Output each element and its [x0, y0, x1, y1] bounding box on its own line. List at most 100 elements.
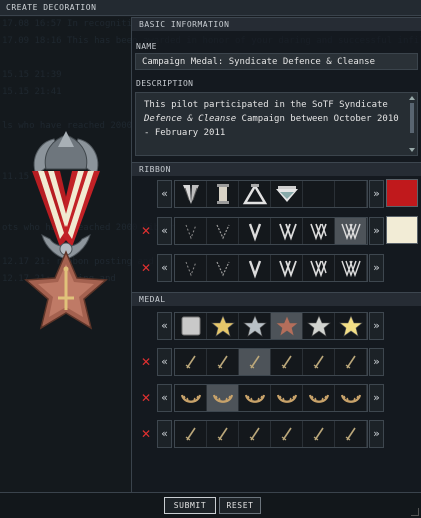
medal-wreath-icon[interactable]: [271, 385, 303, 411]
medal-sword-icon[interactable]: [335, 349, 367, 375]
ribbon-chevron-dotted-icon[interactable]: [207, 218, 239, 244]
ribbon-primary-color-swatch[interactable]: [386, 179, 418, 207]
remove-layer-icon[interactable]: ✕: [140, 356, 152, 368]
medal-sword-icon[interactable]: [335, 421, 367, 447]
ribbon-scroll-icon[interactable]: [207, 181, 239, 207]
ribbon-preview-icon: [32, 131, 100, 260]
ribbon-chevron-triple-icon[interactable]: [303, 218, 335, 244]
medal-header: MEDAL: [132, 292, 421, 306]
medal-wreath-icon[interactable]: [207, 385, 239, 411]
next-page-icon[interactable]: »: [369, 217, 384, 245]
medal-icon-strip: [174, 312, 368, 340]
medal-wreath-icon[interactable]: [175, 385, 207, 411]
ribbon-chevron-thin-icon[interactable]: [175, 255, 207, 281]
medal-icon-strip: [174, 348, 368, 376]
next-page-icon[interactable]: »: [369, 420, 384, 448]
decoration-preview-pane: [0, 17, 132, 492]
remove-layer-icon[interactable]: ✕: [140, 392, 152, 404]
prev-page-icon[interactable]: «: [157, 384, 172, 412]
next-page-icon[interactable]: »: [369, 348, 384, 376]
scroll-down-icon[interactable]: [409, 148, 415, 152]
medal-star-gold-icon[interactable]: [207, 313, 239, 339]
ribbon-chevron-multi-icon[interactable]: [335, 255, 367, 281]
prev-page-icon[interactable]: «: [157, 420, 172, 448]
ribbon-row: ✕ « »: [132, 216, 421, 246]
scroll-thumb[interactable]: [410, 103, 414, 133]
next-page-icon[interactable]: »: [369, 384, 384, 412]
description-label: DESCRIPTION: [136, 79, 194, 88]
medal-square-icon[interactable]: [175, 313, 207, 339]
medal-star-pale-icon[interactable]: [303, 313, 335, 339]
window-title: CREATE DECORATION: [6, 3, 97, 12]
next-page-icon[interactable]: »: [369, 254, 384, 282]
medal-sword-icon[interactable]: [239, 421, 271, 447]
ribbon-icon-strip: [174, 217, 368, 245]
remove-layer-icon[interactable]: ✕: [140, 225, 152, 237]
medal-icon-strip: [174, 420, 368, 448]
medal-wreath-icon[interactable]: [303, 385, 335, 411]
medal-sword-icon[interactable]: [239, 349, 271, 375]
ribbon-row: «»: [132, 179, 421, 209]
ribbon-feather-icon[interactable]: [175, 181, 207, 207]
medal-sword-icon[interactable]: [271, 421, 303, 447]
empty-slot[interactable]: [303, 181, 335, 207]
description-italic-text: Defence & Cleanse: [144, 114, 237, 124]
ribbon-secondary-color-swatch[interactable]: [386, 216, 418, 244]
prev-page-icon[interactable]: «: [157, 312, 172, 340]
medal-sword-icon[interactable]: [175, 421, 207, 447]
medal-row: ✕ « »: [132, 383, 421, 413]
reset-button[interactable]: RESET: [219, 497, 261, 514]
create-decoration-window: 17.08 16:57 In recognition of ... the ba…: [0, 0, 421, 518]
medal-star-bronze-icon[interactable]: [271, 313, 303, 339]
medal-sword-icon[interactable]: [207, 421, 239, 447]
ribbon-chevron-bold-icon[interactable]: [239, 218, 271, 244]
ribbon-row: ✕ « »: [132, 253, 421, 283]
medal-sword-icon[interactable]: [175, 349, 207, 375]
ribbon-chevron-double-icon[interactable]: [271, 218, 303, 244]
medal-sword-icon[interactable]: [303, 421, 335, 447]
ribbon-title: RIBBON: [139, 165, 171, 174]
prev-page-icon[interactable]: «: [157, 348, 172, 376]
remove-layer-icon[interactable]: ✕: [140, 428, 152, 440]
ribbon-header: RIBBON: [132, 162, 421, 176]
basic-info-header: BASIC INFORMATION: [132, 17, 421, 31]
submit-button[interactable]: SUBMIT: [164, 497, 216, 514]
ribbon-chevron-multi-icon[interactable]: [335, 218, 367, 244]
name-input[interactable]: Campaign Medal: Syndicate Defence & Clea…: [135, 53, 418, 70]
ribbon-wings-icon[interactable]: [271, 181, 303, 207]
medal-row: ✕ « »: [132, 347, 421, 377]
ribbon-chevron-double-icon[interactable]: [271, 255, 303, 281]
medal-sword-icon[interactable]: [271, 349, 303, 375]
ribbon-chevron-thin-icon[interactable]: [175, 218, 207, 244]
bottom-bar: SUBMIT RESET: [0, 492, 421, 518]
description-scrollbar[interactable]: [408, 94, 416, 154]
description-text: This pilot participated in the SoTF Synd…: [144, 100, 388, 110]
medal-star-bright-icon[interactable]: [335, 313, 367, 339]
description-textarea[interactable]: This pilot participated in the SoTF Synd…: [135, 92, 418, 156]
medal-row: «»: [132, 311, 421, 341]
medal-preview-icon: [24, 250, 108, 330]
ribbon-chevron-triple-icon[interactable]: [303, 255, 335, 281]
decoration-preview: [24, 131, 108, 330]
ribbon-chevron-bold-icon[interactable]: [239, 255, 271, 281]
medal-star-silver-icon[interactable]: [239, 313, 271, 339]
ribbon-icon-strip: [174, 254, 368, 282]
scroll-up-icon[interactable]: [409, 96, 415, 100]
ribbon-icon-strip: [174, 180, 368, 208]
medal-wreath-icon[interactable]: [335, 385, 367, 411]
medal-wreath-icon[interactable]: [239, 385, 271, 411]
medal-row: ✕ « »: [132, 419, 421, 449]
next-page-icon[interactable]: »: [369, 180, 384, 208]
remove-layer-icon[interactable]: ✕: [140, 262, 152, 274]
ribbon-triangle-icon[interactable]: [239, 181, 271, 207]
medal-sword-icon[interactable]: [207, 349, 239, 375]
medal-sword-icon[interactable]: [303, 349, 335, 375]
prev-page-icon[interactable]: «: [157, 217, 172, 245]
ribbon-chevron-dotted-icon[interactable]: [207, 255, 239, 281]
title-bar[interactable]: CREATE DECORATION: [0, 0, 421, 16]
prev-page-icon[interactable]: «: [157, 180, 172, 208]
resize-grip-icon[interactable]: [411, 508, 419, 516]
prev-page-icon[interactable]: «: [157, 254, 172, 282]
next-page-icon[interactable]: »: [369, 312, 384, 340]
empty-slot[interactable]: [335, 181, 367, 207]
